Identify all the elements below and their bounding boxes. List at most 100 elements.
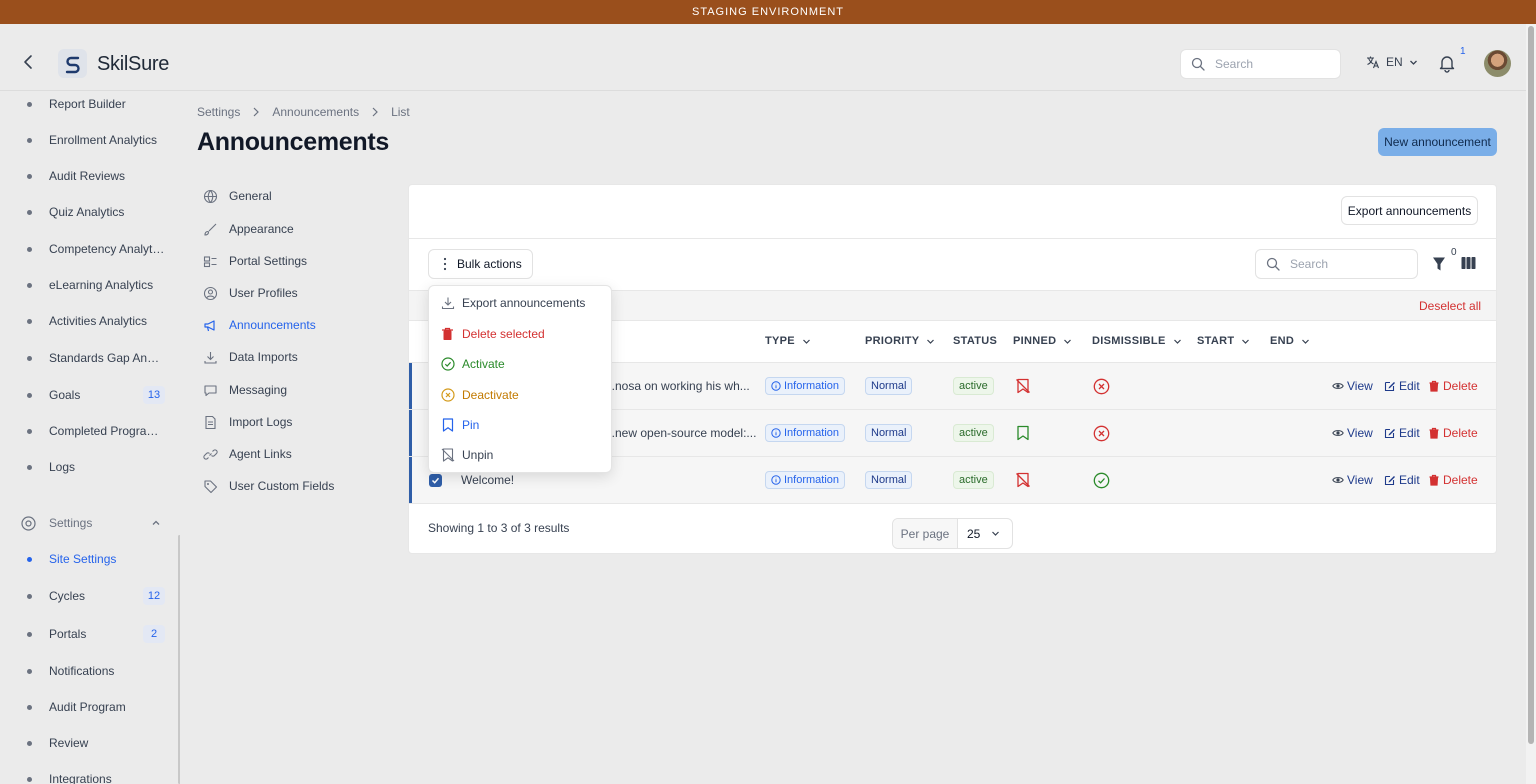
delete-button[interactable]: Delete [1428, 426, 1478, 440]
table-search-input[interactable]: Search [1255, 249, 1418, 279]
columns-icon[interactable] [1461, 256, 1476, 270]
menu-item-deactivate[interactable]: Deactivate [440, 385, 519, 405]
column-header-status: STATUS [953, 335, 998, 347]
sidebar-item-completed-program[interactable]: Completed Program ... [0, 421, 178, 441]
deselect-all-link[interactable]: Deselect all [1419, 299, 1481, 313]
chevron-right-icon [253, 107, 260, 117]
settings-nav-user-profiles[interactable]: User Profiles [203, 283, 393, 303]
priority-badge: Normal [865, 471, 913, 489]
sidebar-item-integrations[interactable]: Integrations [0, 769, 178, 784]
trash-icon [1429, 380, 1439, 392]
settings-nav-appearance[interactable]: Appearance [203, 219, 393, 239]
per-page-select[interactable]: Per page 25 [892, 518, 1013, 549]
settings-nav-user-custom-fields[interactable]: User Custom Fields [203, 476, 393, 496]
settings-nav-portal-settings[interactable]: Portal Settings [203, 251, 393, 271]
type-badge: Information [765, 424, 846, 442]
sidebar-item-review[interactable]: Review [0, 733, 178, 753]
sidebar-item-cycles[interactable]: Cycles 12 [0, 586, 178, 606]
breadcrumb-settings[interactable]: Settings [197, 105, 240, 119]
column-header-start[interactable]: START [1197, 335, 1250, 347]
table-search-placeholder: Search [1290, 257, 1329, 271]
user-circle-icon [203, 286, 218, 300]
chevron-down-icon [1409, 60, 1417, 65]
back-button[interactable] [18, 52, 38, 72]
sidebar-item-standards-gap[interactable]: Standards Gap Analy... [0, 348, 178, 368]
row-checkbox[interactable] [429, 473, 442, 487]
table-footer: Showing 1 to 3 of 3 results Per page 25 [409, 505, 1496, 555]
chevron-left-icon [24, 55, 32, 69]
sidebar-scrollbar[interactable] [178, 535, 180, 784]
sidebar-item-site-settings[interactable]: Site Settings [0, 549, 178, 569]
globe-icon [203, 189, 218, 203]
new-announcement-button[interactable]: New announcement [1378, 128, 1497, 156]
delete-button[interactable]: Delete [1428, 379, 1478, 393]
sidebar-item-audit-reviews[interactable]: Audit Reviews [0, 166, 178, 186]
menu-item-activate[interactable]: Activate [440, 354, 505, 374]
sidebar-item-audit-program[interactable]: Audit Program [0, 697, 178, 717]
link-icon [203, 448, 218, 460]
settings-nav-messaging[interactable]: Messaging [203, 380, 393, 400]
logo-icon[interactable] [58, 49, 87, 78]
tag-icon [204, 479, 218, 493]
edit-button[interactable]: Edit [1384, 426, 1420, 440]
settings-nav-data-imports[interactable]: Data Imports [203, 347, 393, 367]
menu-item-unpin[interactable]: Unpin [440, 445, 493, 465]
settings-nav-import-logs[interactable]: Import Logs [203, 412, 393, 432]
global-search-placeholder: Search [1215, 57, 1254, 71]
filter-icon[interactable] [1432, 256, 1446, 272]
breadcrumb: Settings Announcements List [197, 105, 410, 119]
avatar[interactable] [1484, 50, 1511, 77]
sidebar-section-settings[interactable]: Settings [20, 513, 170, 533]
sidebar-item-enrollment-analytics[interactable]: Enrollment Analytics [0, 130, 178, 150]
delete-button[interactable]: Delete [1428, 473, 1478, 487]
sidebar-item-portals[interactable]: Portals 2 [0, 624, 178, 644]
portals-count-badge: 2 [143, 625, 165, 643]
pencil-icon [1384, 381, 1395, 392]
column-header-pinned[interactable]: PINNED [1013, 335, 1072, 347]
sidebar-item-competency-analytics[interactable]: Competency Analytics [0, 239, 178, 259]
column-header-dismissible[interactable]: DISMISSIBLE [1092, 335, 1182, 347]
sidebar-item-report-builder[interactable]: Report Builder [0, 94, 178, 114]
pinned-bookmark-icon [1017, 425, 1029, 441]
sidebar-item-activities-analytics[interactable]: Activities Analytics [0, 311, 178, 331]
column-header-end[interactable]: END [1270, 335, 1310, 347]
trash-icon [1429, 427, 1439, 439]
vertical-dots-icon [443, 257, 447, 271]
settings-nav-general[interactable]: General [203, 186, 393, 206]
view-button[interactable]: View [1332, 473, 1373, 487]
unpinned-bookmark-icon [1016, 472, 1030, 488]
settings-nav-agent-links[interactable]: Agent Links [203, 444, 393, 464]
breadcrumb-announcements[interactable]: Announcements [272, 105, 359, 119]
search-icon [1266, 257, 1280, 271]
menu-item-delete-selected[interactable]: Delete selected [440, 324, 545, 344]
notifications-button[interactable] [1437, 53, 1459, 75]
export-announcements-button[interactable]: Export announcements [1341, 196, 1478, 225]
info-icon [771, 381, 781, 391]
column-header-type[interactable]: TYPE [765, 335, 811, 347]
logo-text[interactable]: SkilSure [97, 53, 169, 76]
column-header-priority[interactable]: PRIORITY [865, 335, 935, 347]
sidebar-item-quiz-analytics[interactable]: Quiz Analytics [0, 202, 178, 222]
sidebar-item-elearning-analytics[interactable]: eLearning Analytics [0, 275, 178, 295]
page-scrollbar[interactable] [1526, 24, 1536, 784]
settings-nav-announcements[interactable]: Announcements [203, 315, 393, 335]
chevron-down-icon [1242, 339, 1250, 344]
view-button[interactable]: View [1332, 426, 1373, 440]
priority-badge: Normal [865, 424, 913, 442]
check-circle-icon [440, 357, 455, 371]
global-search-input[interactable]: Search [1180, 49, 1341, 79]
sidebar-item-goals[interactable]: Goals 13 [0, 385, 178, 405]
bookmark-slash-icon [441, 448, 454, 462]
per-page-label: Per page [893, 519, 958, 548]
download-icon [204, 351, 217, 364]
sidebar-item-notifications[interactable]: Notifications [0, 661, 178, 681]
menu-item-export[interactable]: Export announcements [440, 293, 585, 313]
menu-item-pin[interactable]: Pin [440, 415, 479, 435]
view-button[interactable]: View [1332, 379, 1373, 393]
edit-button[interactable]: Edit [1384, 379, 1420, 393]
language-selector[interactable]: EN [1366, 55, 1418, 69]
edit-button[interactable]: Edit [1384, 473, 1420, 487]
notification-count: 1 [1460, 46, 1466, 57]
sidebar-item-logs[interactable]: Logs [0, 457, 178, 477]
bulk-actions-button[interactable]: Bulk actions [428, 249, 533, 279]
